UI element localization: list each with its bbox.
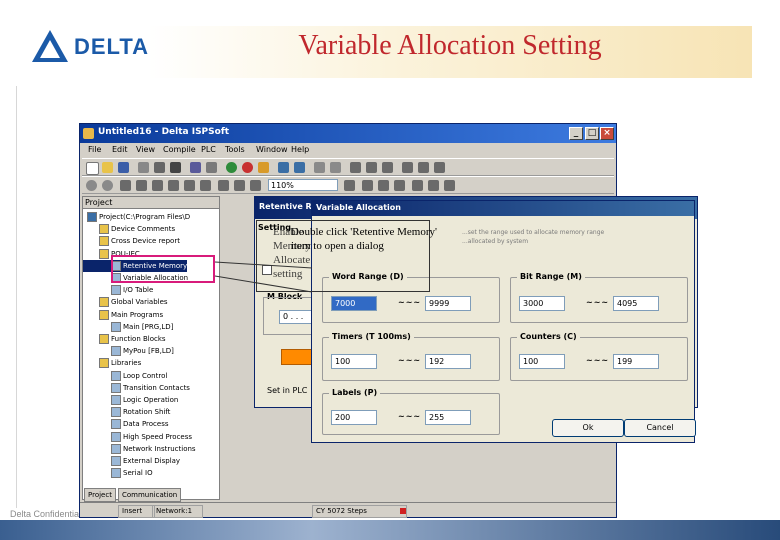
callout-connectors [214, 261, 313, 293]
